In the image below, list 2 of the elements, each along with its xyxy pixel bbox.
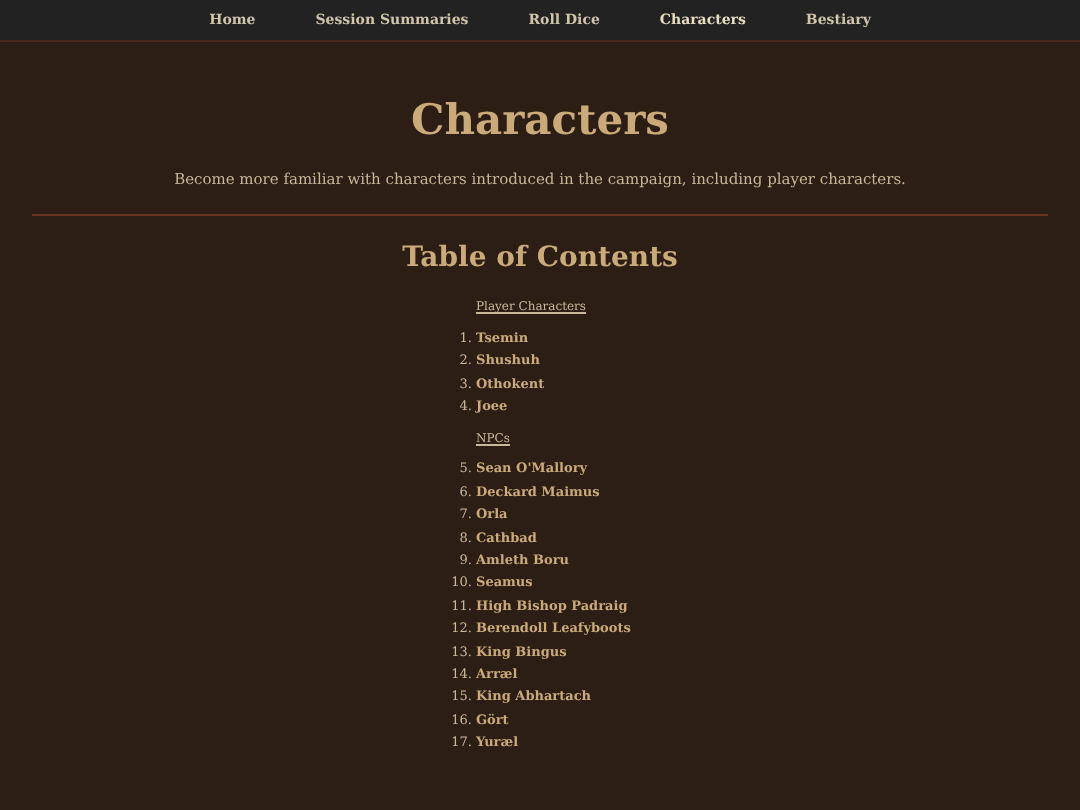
page-title: Characters [409,94,671,146]
toc-heading: Table of Contents [400,240,680,276]
